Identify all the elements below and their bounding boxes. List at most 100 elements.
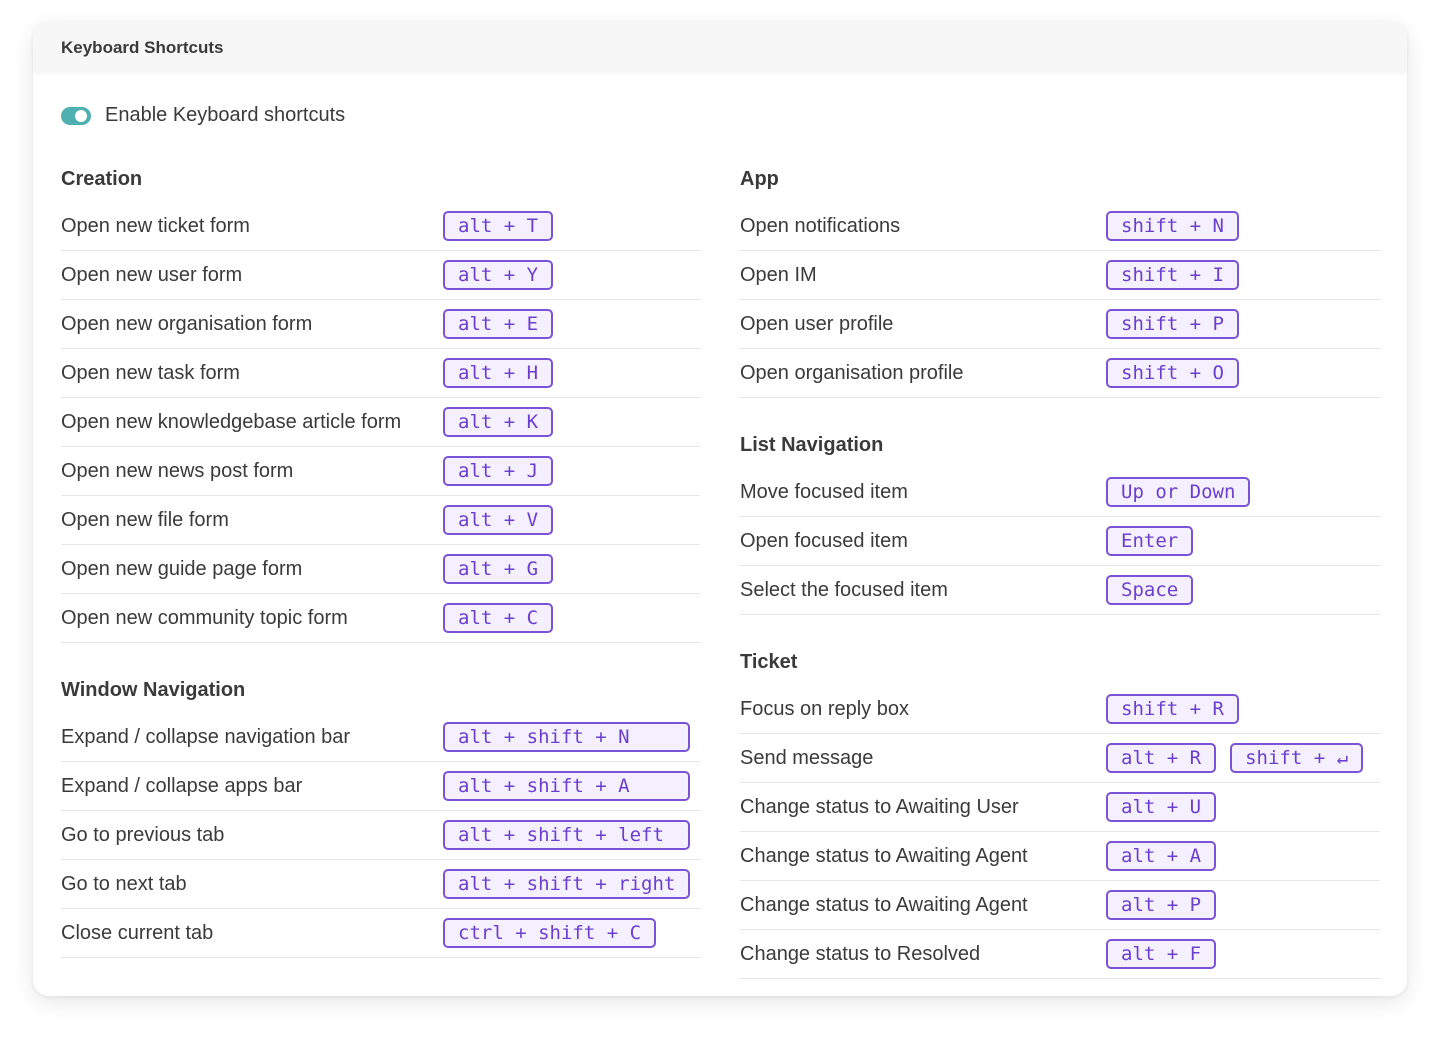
shortcut-keys: alt + P [1106,890,1217,920]
shortcut-keys: alt + T [443,211,554,241]
shortcut-label: Open IM [740,263,817,286]
key-combo: alt + shift + right [443,869,691,899]
section-list-navigation: List Navigation Move focused item Up or Do… [740,430,1380,615]
shortcut-row: Open new organisation form alt + E [61,300,700,349]
shortcut-row: Open new guide page form alt + G [61,545,700,594]
enable-shortcuts-row: Enable Keyboard shortcuts [61,104,345,127]
key-combo: shift + ↵ [1230,743,1364,773]
shortcut-row: Open organisation profile shift + O [740,349,1380,398]
shortcut-keys: alt + A [1106,841,1217,871]
section-title: Window Navigation [61,679,246,701]
shortcut-label: Change status to Awaiting User [740,795,1019,818]
shortcut-label: Open user profile [740,312,894,335]
shortcut-keys: alt + E [443,309,554,339]
key-combo: alt + shift + left [443,820,691,850]
key-combo: alt + K [443,407,554,437]
key-combo: shift + R [1106,694,1239,724]
key-combo: shift + N [1106,211,1239,241]
shortcut-row: Change status to Awaiting User alt + U [740,783,1380,832]
shortcut-keys: alt + R shift + ↵ [1106,743,1364,773]
shortcut-label: Expand / collapse navigation bar [61,725,351,748]
shortcut-row: Go to next tab alt + shift + right [61,860,700,909]
shortcut-label: Select the focused item [740,578,948,601]
shortcut-label: Open new file form [61,508,229,531]
shortcut-keys: alt + H [443,358,554,388]
key-combo: alt + G [443,554,554,584]
shortcut-keys: Space [1106,575,1194,605]
key-combo: alt + C [443,603,554,633]
shortcut-keys: alt + shift + right [443,869,691,899]
shortcut-label: Change status to Awaiting Agent [740,844,1028,867]
shortcut-row: Open IM shift + I [740,251,1380,300]
shortcut-keys: Enter [1106,526,1194,556]
shortcut-keys: alt + shift + A [443,771,691,801]
key-combo: alt + H [443,358,554,388]
shortcut-label: Go to previous tab [61,823,225,846]
shortcut-row: Open new community topic form alt + C [61,594,700,643]
shortcut-row: Go to previous tab alt + shift + left [61,811,700,860]
key-combo: alt + A [1106,841,1217,871]
shortcut-row: Open focused item Enter [740,517,1380,566]
shortcut-row: Send message alt + R shift + ↵ [740,734,1380,783]
key-combo: alt + R [1106,743,1217,773]
shortcut-label: Open new guide page form [61,557,303,580]
key-combo: Space [1106,575,1194,605]
key-combo: shift + I [1106,260,1239,290]
key-combo: alt + U [1106,792,1217,822]
shortcut-keys: alt + F [1106,939,1217,969]
section-title: List Navigation [740,434,884,456]
enable-shortcuts-label: Enable Keyboard shortcuts [105,104,346,126]
key-combo: Enter [1106,526,1194,556]
key-combo: alt + F [1106,939,1217,969]
key-combo: Up or Down [1106,477,1251,507]
shortcut-row: Open new file form alt + V [61,496,700,545]
section-creation: Creation Open new ticket form alt + T Open … [61,164,700,643]
shortcut-keys: shift + O [1106,358,1239,388]
section-app: App Open notifications shift + N Open IM shi… [740,164,1380,398]
shortcut-keys: shift + I [1106,260,1239,290]
key-combo: alt + shift + N [443,722,691,752]
shortcut-label: Open new organisation form [61,312,313,335]
shortcut-keys: alt + Y [443,260,554,290]
shortcut-label: Send message [740,746,874,769]
key-combo: alt + J [443,456,554,486]
key-combo: alt + shift + A [443,771,691,801]
shortcut-keys: alt + U [1106,792,1217,822]
shortcut-label: Open new community topic form [61,606,348,629]
shortcut-row: Change status to Resolved alt + F [740,930,1380,979]
shortcut-label: Change status to Resolved [740,942,981,965]
shortcut-keys: alt + G [443,554,554,584]
shortcut-label: Change status to Awaiting Agent [740,893,1028,916]
shortcut-label: Focus on reply box [740,697,909,720]
left-column: Creation Open new ticket form alt + T Open … [61,164,700,958]
shortcut-row: Open user profile shift + P [740,300,1380,349]
key-combo: ctrl + shift + C [443,918,657,948]
section-ticket: Ticket Focus on reply box shift + R Send me… [740,647,1380,979]
key-combo: shift + P [1106,309,1239,339]
shortcut-label: Expand / collapse apps bar [61,774,303,797]
section-title: Creation [61,168,143,190]
shortcut-row: Change status to Awaiting Agent alt + A [740,832,1380,881]
shortcut-keys: shift + N [1106,211,1239,241]
shortcut-label: Open new task form [61,361,240,384]
shortcut-row: Open new news post form alt + J [61,447,700,496]
shortcut-label: Open organisation profile [740,361,964,384]
shortcut-label: Go to next tab [61,872,187,895]
shortcut-row: Move focused item Up or Down [740,468,1380,517]
toggle-knob [75,109,87,122]
shortcut-keys: alt + C [443,603,554,633]
shortcut-keys: alt + shift + N [443,722,691,752]
shortcut-keys: alt + shift + left [443,820,691,850]
shortcut-label: Open new news post form [61,459,294,482]
shortcut-row: Open new knowledgebase article form alt +… [61,398,700,447]
enable-shortcuts-toggle[interactable] [61,106,91,125]
right-column: App Open notifications shift + N Open IM shi… [740,164,1380,979]
section-title: App [740,168,779,190]
shortcut-keys: ctrl + shift + C [443,918,657,948]
key-combo: shift + O [1106,358,1239,388]
shortcut-keys: alt + J [443,456,554,486]
shortcut-keys: shift + R [1106,694,1239,724]
shortcut-label: Open notifications [740,214,901,237]
shortcut-label: Open new knowledgebase article form [61,410,402,433]
shortcut-label: Move focused item [740,480,908,503]
